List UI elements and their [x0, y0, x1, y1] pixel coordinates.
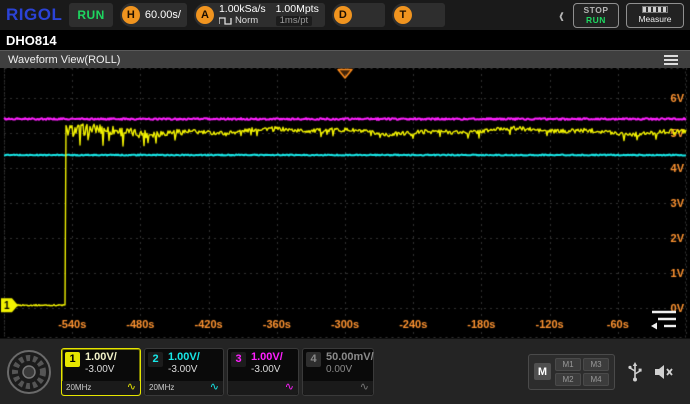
model-row: DHO814 [0, 30, 690, 50]
measure-icon [642, 6, 668, 13]
rigol-logo-badge[interactable] [6, 349, 52, 395]
plot-menu-collapse-icon[interactable] [646, 308, 680, 332]
channel-4-wave-icon: ∿ [359, 381, 369, 393]
channel-1-bandwidth: 20MHz [66, 383, 92, 392]
channel-2-bandwidth: 20MHz [149, 383, 175, 392]
horizontal-key-icon[interactable]: H [121, 6, 140, 24]
top-bar: RIGOL RUN H 60.00s/ A 1.00kSa/s Norm 1.0… [0, 0, 690, 30]
channel-4-box[interactable]: 4 50.00mV/ 0.00V ∿ [302, 347, 374, 396]
math-m4-button[interactable]: M4 [583, 372, 609, 386]
chevron-left-icon[interactable]: ‹ [557, 2, 566, 28]
memory-depth: 1.00Mpts [275, 3, 319, 15]
model-name: DHO814 [6, 32, 57, 48]
channel-1-number: 1 [65, 351, 80, 367]
channel-4-scale: 50.00mV/ [326, 350, 374, 363]
math-section: M M1 M3 M2 M4 [528, 353, 615, 390]
acquire-mode: Norm [234, 14, 259, 26]
time-per-point: 1ms/pt [275, 15, 313, 26]
hamburger-menu-icon[interactable] [664, 54, 682, 65]
channel-2-offset: -3.00V [168, 364, 198, 376]
channel-3-scale: 1.00V/ [251, 350, 283, 363]
channel-3-box[interactable]: 3 1.00V/ -3.00V ∿ [227, 347, 299, 396]
channel-4-number: 4 [306, 351, 321, 367]
measure-label: Measure [638, 14, 672, 24]
waveform-plot-area[interactable] [0, 68, 690, 338]
acquire-control[interactable]: A 1.00kSa/s Norm 1.00Mpts 1ms/pt [193, 3, 325, 27]
channel-1-scale: 1.00V/ [85, 350, 117, 363]
math-tile[interactable]: M [534, 363, 551, 380]
system-icons [618, 361, 684, 382]
stop-run-button[interactable]: STOP RUN [573, 2, 619, 28]
decode-key-icon[interactable]: D [333, 6, 352, 24]
channel-2-wave-icon: ∿ [209, 381, 219, 393]
waveform-view-tab[interactable]: Waveform View(ROLL) [0, 50, 690, 68]
channel-3-number: 3 [231, 351, 246, 367]
oscilloscope-screen: RIGOL RUN H 60.00s/ A 1.00kSa/s Norm 1.0… [0, 0, 690, 404]
stop-label: STOP [583, 5, 609, 15]
square-wave-icon [218, 17, 232, 25]
decode-control[interactable]: D [331, 3, 385, 27]
channel-3-offset: -3.00V [251, 364, 281, 376]
channel-1-wave-icon: ∿ [126, 381, 136, 393]
measure-button[interactable]: Measure [626, 2, 684, 28]
usb-icon[interactable] [628, 361, 642, 382]
channel-1-offset: -3.00V [85, 364, 115, 376]
acquire-key-icon[interactable]: A [195, 6, 214, 24]
run-status-text: RUN [77, 8, 105, 22]
run-label: RUN [586, 14, 606, 25]
acquire-info: 1.00kSa/s Norm 1.00Mpts 1ms/pt [218, 3, 319, 26]
horizontal-control[interactable]: H 60.00s/ [119, 3, 187, 27]
channel-2-scale: 1.00V/ [168, 350, 200, 363]
trigger-key-icon[interactable]: T [393, 6, 412, 24]
math-m3-button[interactable]: M3 [583, 357, 609, 371]
math-m1-button[interactable]: M1 [555, 357, 581, 371]
channel-2-box[interactable]: 2 1.00V/ -3.00V 20MHz ∿ [144, 347, 224, 396]
channel-4-offset: 0.00V [326, 364, 353, 376]
horizontal-scale: 60.00s/ [144, 9, 181, 21]
view-title: Waveform View(ROLL) [8, 53, 121, 66]
channel-3-wave-icon: ∿ [284, 381, 294, 393]
waveform-canvas[interactable] [0, 68, 690, 338]
math-m2-button[interactable]: M2 [555, 372, 581, 386]
channel-1-box[interactable]: 1 1.00V/ -3.00V 20MHz ∿ [61, 347, 141, 396]
speaker-mute-icon[interactable] [654, 363, 674, 381]
sample-rate: 1.00kSa/s [218, 3, 266, 15]
channel-2-number: 2 [148, 351, 163, 367]
rigol-logo: RIGOL [6, 5, 63, 24]
trigger-control[interactable]: T [391, 3, 445, 27]
bottom-bar: 1 1.00V/ -3.00V 20MHz ∿ 2 1.00V/ -3.00V … [0, 338, 690, 404]
acquisition-status-chip[interactable]: RUN [69, 3, 113, 27]
